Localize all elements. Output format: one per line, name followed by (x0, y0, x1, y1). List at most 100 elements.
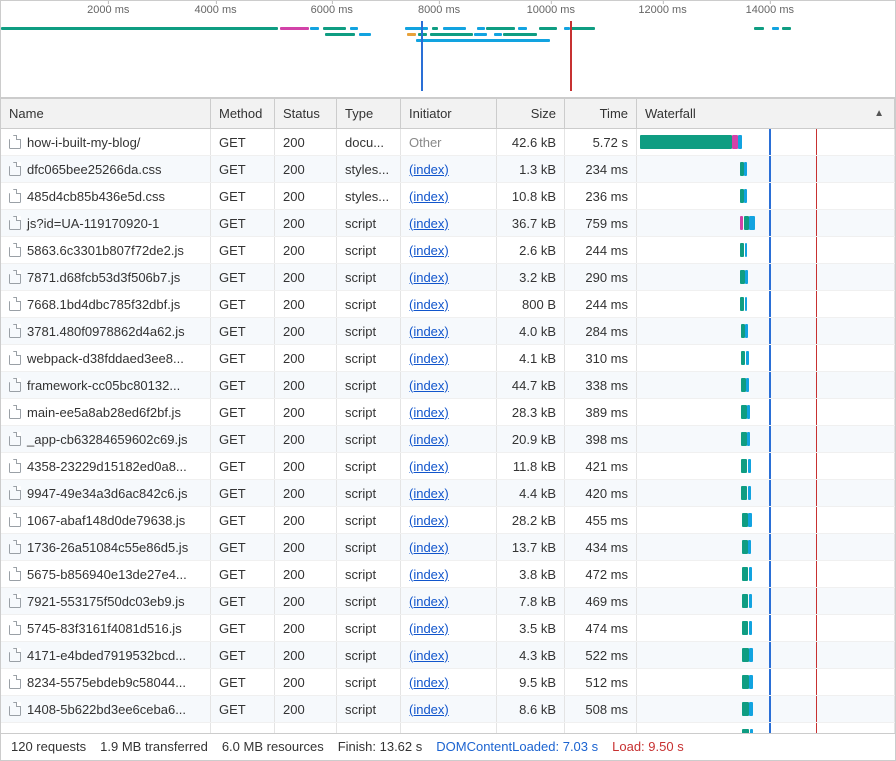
cell-initiator[interactable]: (index) (401, 615, 497, 641)
waterfall-marker (769, 480, 771, 506)
cell-initiator[interactable]: (index) (401, 318, 497, 344)
cell-time: 512 ms (565, 669, 637, 695)
file-icon (9, 162, 21, 176)
cell-initiator[interactable]: (index) (401, 588, 497, 614)
file-icon (9, 486, 21, 500)
cell-initiator[interactable]: (index) (401, 696, 497, 722)
cell-type: script (337, 453, 401, 479)
cell-time: 389 ms (565, 399, 637, 425)
cell-time: 236 ms (565, 183, 637, 209)
col-waterfall[interactable]: Waterfall ▲ (637, 99, 895, 128)
cell-type: script (337, 426, 401, 452)
request-row[interactable]: 1736-26a51084c55e86d5.jsGET200script(ind… (1, 534, 895, 561)
request-row[interactable]: main-ee5a8ab28ed6f2bf.jsGET200script(ind… (1, 399, 895, 426)
timeline-tick: 8000 ms (418, 4, 460, 16)
cell-initiator[interactable]: (index) (401, 237, 497, 263)
request-rows[interactable]: how-i-built-my-blog/GET200docu...Other42… (1, 129, 895, 732)
cell-method: GET (211, 426, 275, 452)
col-size[interactable]: Size (497, 99, 565, 128)
cell-initiator[interactable]: (index) (401, 264, 497, 290)
waterfall-marker (816, 237, 818, 263)
cell-method: GET (211, 156, 275, 182)
file-icon (9, 648, 21, 662)
request-row[interactable]: 5675-b856940e13de27e4...GET200script(ind… (1, 561, 895, 588)
cell-initiator[interactable]: (index) (401, 453, 497, 479)
cell-initiator[interactable]: (index) (401, 183, 497, 209)
cell-method: GET (211, 588, 275, 614)
request-row[interactable]: dfc065bee25266da.cssGET200styles...(inde… (1, 156, 895, 183)
cell-type (337, 723, 401, 732)
col-waterfall-label: Waterfall (645, 106, 696, 121)
request-row[interactable]: 7668.1bd4dbc785f32dbf.jsGET200script(ind… (1, 291, 895, 318)
request-row[interactable]: 5863.6c3301b807f72de2.jsGET200script(ind… (1, 237, 895, 264)
file-icon (9, 135, 21, 149)
cell-size: 4.0 kB (497, 318, 565, 344)
request-row[interactable]: 5745-83f3161f4081d516.jsGET200script(ind… (1, 615, 895, 642)
waterfall-bar (732, 135, 738, 149)
request-row[interactable]: 1067-abaf148d0de79638.jsGET200script(ind… (1, 507, 895, 534)
col-time[interactable]: Time (565, 99, 637, 128)
cell-status: 200 (275, 696, 337, 722)
cell-initiator[interactable]: (index) (401, 426, 497, 452)
col-status[interactable]: Status (275, 99, 337, 128)
request-row[interactable]: js?id=UA-119170920-1GET200script(index)3… (1, 210, 895, 237)
request-row[interactable] (1, 723, 895, 732)
cell-waterfall (637, 588, 895, 614)
waterfall-marker (816, 156, 818, 182)
cell-initiator[interactable]: (index) (401, 480, 497, 506)
waterfall-bar (742, 702, 749, 716)
cell-status: 200 (275, 129, 337, 155)
request-row[interactable]: 7921-553175f50dc03eb9.jsGET200script(ind… (1, 588, 895, 615)
cell-initiator[interactable]: (index) (401, 561, 497, 587)
overview-segment (430, 33, 473, 36)
waterfall-bar (741, 405, 747, 419)
cell-waterfall (637, 156, 895, 182)
overview-segment (325, 33, 355, 36)
cell-initiator[interactable]: (index) (401, 399, 497, 425)
cell-waterfall (637, 696, 895, 722)
cell-waterfall (637, 615, 895, 641)
cell-method: GET (211, 183, 275, 209)
cell-initiator[interactable]: (index) (401, 372, 497, 398)
timeline-overview[interactable]: 2000 ms4000 ms6000 ms8000 ms10000 ms1200… (1, 1, 895, 98)
cell-initiator[interactable]: (index) (401, 534, 497, 560)
cell-initiator[interactable]: (index) (401, 507, 497, 533)
request-row[interactable]: _app-cb63284659602c69.jsGET200script(ind… (1, 426, 895, 453)
waterfall-bar (746, 378, 749, 392)
cell-status: 200 (275, 399, 337, 425)
overview-segment (782, 27, 791, 30)
request-row[interactable]: 3781.480f0978862d4a62.jsGET200script(ind… (1, 318, 895, 345)
cell-initiator[interactable]: (index) (401, 156, 497, 182)
request-row[interactable]: 9947-49e34a3d6ac842c6.jsGET200script(ind… (1, 480, 895, 507)
request-row[interactable]: 1408-5b622bd3ee6ceba6...GET200script(ind… (1, 696, 895, 723)
cell-initiator[interactable]: (index) (401, 291, 497, 317)
request-row[interactable]: 4171-e4bded7919532bcd...GET200script(ind… (1, 642, 895, 669)
cell-initiator[interactable]: (index) (401, 210, 497, 236)
request-row[interactable]: framework-cc05bc80132...GET200script(ind… (1, 372, 895, 399)
cell-method: GET (211, 507, 275, 533)
col-name[interactable]: Name (1, 99, 211, 128)
waterfall-marker (769, 399, 771, 425)
cell-waterfall (637, 129, 895, 155)
cell-size: 11.8 kB (497, 453, 565, 479)
col-initiator[interactable]: Initiator (401, 99, 497, 128)
cell-size: 28.3 kB (497, 399, 565, 425)
cell-time: 234 ms (565, 156, 637, 182)
overview-segment (503, 33, 537, 36)
cell-initiator (401, 723, 497, 732)
request-row[interactable]: webpack-d38fddaed3ee8...GET200script(ind… (1, 345, 895, 372)
request-row[interactable]: 485d4cb85b436e5d.cssGET200styles...(inde… (1, 183, 895, 210)
waterfall-marker (769, 318, 771, 344)
cell-waterfall (637, 237, 895, 263)
waterfall-bar (741, 351, 746, 365)
col-method[interactable]: Method (211, 99, 275, 128)
cell-initiator[interactable]: (index) (401, 345, 497, 371)
request-row[interactable]: 8234-5575ebdeb9c58044...GET200script(ind… (1, 669, 895, 696)
cell-type: script (337, 696, 401, 722)
cell-initiator[interactable]: (index) (401, 669, 497, 695)
request-row[interactable]: 7871.d68fcb53d3f506b7.jsGET200script(ind… (1, 264, 895, 291)
col-type[interactable]: Type (337, 99, 401, 128)
request-row[interactable]: 4358-23229d15182ed0a8...GET200script(ind… (1, 453, 895, 480)
request-row[interactable]: how-i-built-my-blog/GET200docu...Other42… (1, 129, 895, 156)
cell-initiator[interactable]: (index) (401, 642, 497, 668)
